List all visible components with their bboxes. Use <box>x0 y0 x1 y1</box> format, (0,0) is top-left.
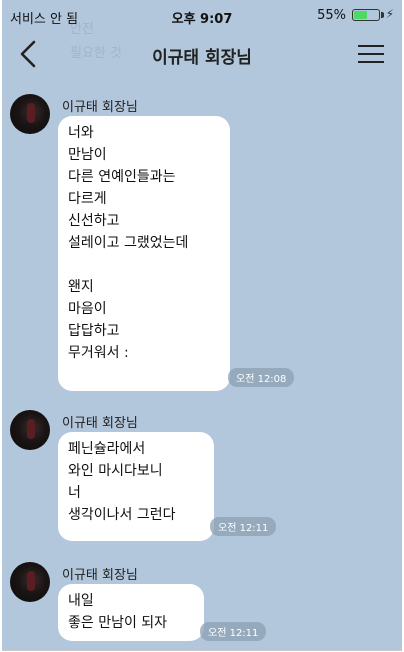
sender-name: 이규태 회장님 <box>62 416 138 431</box>
status-bar: 서비스 안 됨 오후 9:07 55% ⚡ <box>2 0 402 30</box>
battery-tip <box>381 12 384 18</box>
menu-button[interactable] <box>358 42 384 66</box>
message-timestamp: 오전 12:11 <box>200 622 267 641</box>
hamburger-menu-icon <box>358 53 384 55</box>
hamburger-menu-icon <box>358 61 384 63</box>
message-timestamp: 오전 12:08 <box>228 368 295 387</box>
message-bubble[interactable]: 내일 좋은 만남이 되자 <box>58 584 204 641</box>
message-timestamp: 오전 12:11 <box>210 517 277 536</box>
battery-percent: 55% <box>317 8 346 23</box>
message-bubble[interactable]: 너와 만남이 다른 연예인들과는 다르게 신선하고 설레이고 그랬었는데 왠지 … <box>58 116 230 391</box>
chat-header: 이규태 회장님 <box>2 30 402 82</box>
avatar[interactable] <box>10 94 50 134</box>
chat-screen: 안전 필요한 것 서비스 안 됨 오후 9:07 55% ⚡ 이규태 회장님 이… <box>2 0 402 651</box>
avatar[interactable] <box>10 410 50 450</box>
sender-name: 이규태 회장님 <box>62 568 138 583</box>
sender-name: 이규태 회장님 <box>62 100 138 115</box>
avatar[interactable] <box>10 562 50 602</box>
hamburger-menu-icon <box>358 45 384 47</box>
battery-icon <box>352 9 380 21</box>
message-bubble[interactable]: 페닌슐라에서 와인 마시다보니 너 생각이나서 그런다 <box>58 432 214 541</box>
bolt-icon: ⚡ <box>385 7 394 21</box>
chat-title: 이규태 회장님 <box>152 48 252 68</box>
